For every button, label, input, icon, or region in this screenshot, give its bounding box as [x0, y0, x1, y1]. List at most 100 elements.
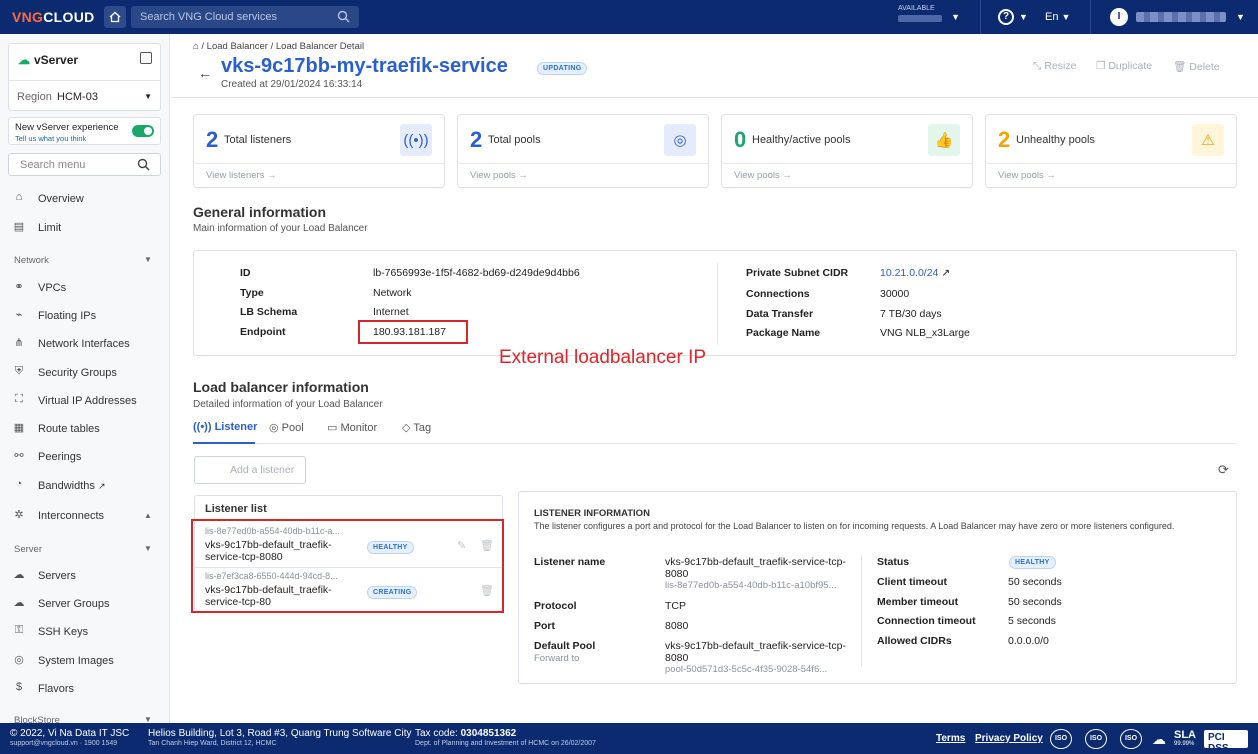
service-search-input[interactable]: Search VNG Cloud services — [131, 6, 359, 28]
top-bar: VNGCLOUD Search VNG Cloud services AVAIL… — [0, 0, 1258, 34]
privacy-policy-link[interactable]: Privacy Policy — [975, 733, 1043, 744]
page-title: vks-9c17bb-my-traefik-service — [221, 55, 508, 77]
search-icon — [337, 10, 350, 23]
status-badge: UPDATING — [537, 62, 588, 75]
general-info-title: General information — [193, 204, 327, 220]
sidebar-section-blockstore[interactable]: BlockStore ▼ — [14, 715, 152, 723]
chevron-down-icon[interactable]: ▼ — [1236, 12, 1245, 22]
feedback-link[interactable]: Tell us what you think — [15, 134, 86, 143]
external-link-icon: ↗ — [941, 267, 951, 279]
view-pools-link[interactable]: View pools → — [734, 170, 792, 181]
add-listener-button[interactable]: Add a listener — [194, 456, 306, 484]
new-experience-banner: New vServer experience Tell us what you … — [8, 117, 161, 145]
listener-icon: ((•)) — [193, 421, 212, 433]
resize-icon: ⤡ — [1033, 60, 1042, 72]
sidebar-item-network-interfaces[interactable]: ⋔ Network Interfaces — [0, 334, 169, 354]
sidebar-item-floating-ips[interactable]: ⌁ Floating IPs — [0, 306, 169, 326]
region-availability-selector[interactable]: AVAILABLE ▼ — [898, 5, 960, 29]
lb-info-title: Load balancer information — [193, 379, 369, 395]
home-icon[interactable]: ⌂ — [193, 41, 199, 52]
sidebar-section-server[interactable]: Server ▼ — [14, 544, 152, 555]
subnet-cidr-link[interactable]: 10.21.0.0/24 ↗ — [880, 267, 950, 279]
view-listeners-link[interactable]: View listeners → — [206, 170, 277, 181]
sidebar-item-overview[interactable]: ⌂ Overview — [0, 189, 169, 209]
sidebar-item-system-images[interactable]: ◎ System Images — [0, 651, 169, 671]
footer: © 2022, Vi Na Data IT JSC support@vngclo… — [0, 723, 1258, 754]
sidebar-item-peerings[interactable]: ⚯ Peerings — [0, 447, 169, 467]
view-pools-link[interactable]: View pools → — [998, 170, 1056, 181]
breadcrumb-current: Load Balancer Detail — [275, 41, 365, 52]
collapse-sidebar-icon[interactable] — [140, 52, 152, 64]
pci-dss-logo: PCI DSS — [1204, 730, 1248, 754]
chevron-down-icon: ▼ — [144, 715, 152, 723]
back-arrow-icon[interactable]: ← — [198, 65, 212, 81]
lb-info-subtitle: Detailed information of your Load Balanc… — [193, 399, 383, 410]
cloud-icon: ☁ — [18, 53, 30, 67]
lb-id: lb-7656993e-1f5f-4682-bd69-d249de9d4bb6 — [373, 267, 580, 279]
sidebar: ☁ vServer Region HCM-03 ▼ New vServer exp… — [0, 34, 170, 723]
tab-listener[interactable]: ((•)) Listener — [193, 421, 257, 433]
endpoint-highlight-box — [358, 320, 468, 344]
general-info-panel: ID lb-7656993e-1f5f-4682-bd69-d249de9d4b… — [193, 250, 1237, 356]
sidebar-item-security-groups[interactable]: ⛨ Security Groups — [0, 363, 169, 383]
cloud-sla-icon: ☁ — [1152, 731, 1166, 747]
terms-link[interactable]: Terms — [936, 733, 965, 744]
sidebar-section-network[interactable]: Network ▼ — [14, 255, 152, 266]
refresh-icon[interactable]: ⟳ — [1218, 462, 1229, 478]
sidebar-item-ssh-keys[interactable]: ⚿ SSH Keys — [0, 622, 169, 642]
trash-icon: 🗑 — [1173, 61, 1187, 73]
tab-monitor[interactable]: ▭ Monitor — [327, 421, 377, 434]
vngcloud-logo[interactable]: VNGCLOUD — [12, 9, 95, 25]
tab-tag[interactable]: ◇ Tag — [402, 421, 431, 434]
home-button[interactable] — [104, 6, 126, 28]
listener-highlight-box — [191, 519, 504, 613]
delete-button[interactable]: 🗑 Delete — [1173, 60, 1220, 73]
breadcrumb-load-balancer[interactable]: Load Balancer — [207, 41, 268, 52]
duplicate-icon: ❐ — [1096, 60, 1106, 72]
sidebar-item-bandwidths[interactable]: ◔ Bandwidths ↗ — [0, 476, 169, 496]
sidebar-item-interconnects[interactable]: ✲ Interconnects ▲ — [0, 506, 169, 526]
monitor-icon: ▭ — [327, 422, 338, 434]
chevron-down-icon: ▼ — [144, 255, 152, 264]
interconnect-icon: ✲ — [14, 509, 24, 521]
sidebar-item-virtual-ip-addresses[interactable]: ⛶ Virtual IP Addresses — [0, 391, 169, 411]
tab-pool[interactable]: ◎ Pool — [269, 421, 304, 434]
help-icon[interactable]: ? — [998, 9, 1014, 25]
status-badge: HEALTHY — [1009, 556, 1056, 569]
menu-search-input[interactable]: Search menu — [8, 153, 161, 176]
new-experience-toggle[interactable] — [132, 125, 154, 137]
virtual-ip-icon: ⛶ — [15, 393, 23, 405]
sidebar-item-server-groups[interactable]: ☁ Server Groups — [0, 594, 169, 614]
iso-cert-icon: ISO — [1085, 729, 1107, 749]
user-avatar[interactable]: I — [1110, 8, 1128, 26]
warning-icon: ⚠ — [1192, 124, 1224, 156]
chevron-down-icon[interactable]: ▼ — [144, 92, 152, 101]
tag-icon: ◇ — [402, 422, 411, 434]
sidebar-item-servers[interactable]: ☁ Servers — [0, 566, 169, 586]
view-pools-link[interactable]: View pools → — [470, 170, 528, 181]
sidebar-item-flavors[interactable]: $ Flavors — [0, 679, 169, 699]
sidebar-item-route-tables[interactable]: ▦ Route tables — [0, 419, 169, 439]
sidebar-item-vpcs[interactable]: ⚭ VPCs — [0, 278, 169, 298]
resize-button[interactable]: ⤡ Resize — [1033, 60, 1076, 73]
search-icon — [137, 158, 150, 171]
language-selector[interactable]: En ▼ — [1045, 11, 1070, 23]
bandwidth-icon: ◔ — [15, 478, 23, 490]
home-icon — [109, 11, 121, 23]
sidebar-item-limit[interactable]: ▤ Limit — [0, 218, 169, 238]
iso-cert-icon: ISO — [1120, 729, 1142, 749]
main-content: ⌂ / Load Balancer / Load Balancer Detail… — [171, 34, 1258, 723]
network-interface-icon: ⋔ — [14, 337, 24, 349]
pool-icon: ◎ — [269, 422, 279, 434]
card-total-pools: 2 Total pools ◎ View pools → — [457, 114, 709, 188]
route-table-icon: ▦ — [13, 422, 25, 434]
user-name-redacted — [1136, 12, 1226, 22]
image-icon: ◎ — [14, 654, 24, 666]
card-healthy-pools: 0 Healthy/active pools 👍 View pools → — [721, 114, 973, 188]
vpc-icon: ⚭ — [14, 281, 24, 293]
pool-icon: ◎ — [664, 124, 696, 156]
region-select[interactable]: HCM-03 — [57, 91, 98, 103]
chevron-up-icon: ▲ — [144, 511, 152, 520]
peering-icon: ⚯ — [14, 450, 24, 462]
duplicate-button[interactable]: ❐ Duplicate — [1096, 60, 1152, 72]
